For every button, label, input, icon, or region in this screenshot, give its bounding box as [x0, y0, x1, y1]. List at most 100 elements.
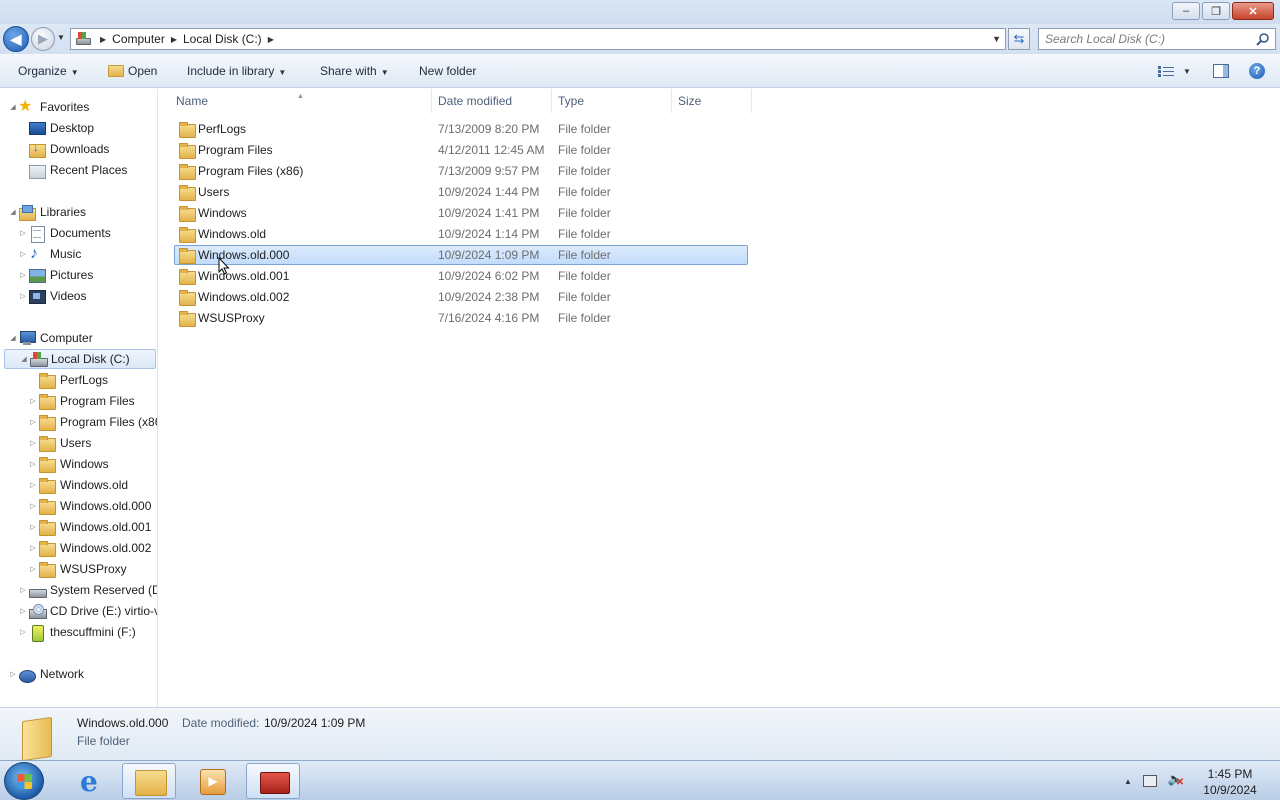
- media-player-icon[interactable]: [184, 763, 238, 799]
- file-date: 7/13/2009 8:20 PM: [438, 122, 540, 136]
- nav-folder-windows-old-002[interactable]: ▷ Windows.old.002: [28, 538, 151, 558]
- start-button[interactable]: [4, 762, 44, 800]
- collapse-arrow-icon[interactable]: ◢: [8, 334, 18, 342]
- volume-muted-icon[interactable]: [1168, 772, 1184, 788]
- collapse-arrow-icon[interactable]: ◢: [8, 208, 18, 216]
- nav-usb-drive[interactable]: ▷ thescuffmini (F:): [18, 622, 136, 642]
- nav-folder-program-files-x86[interactable]: ▷ Program Files (x86: [28, 412, 157, 432]
- expand-arrow-icon[interactable]: ▷: [28, 544, 38, 552]
- expand-arrow-icon[interactable]: ▷: [18, 229, 28, 237]
- breadcrumb-separator-icon[interactable]: ▶: [171, 35, 177, 44]
- nav-libraries[interactable]: ◢ Libraries: [8, 202, 86, 222]
- expand-arrow-icon[interactable]: ▷: [18, 271, 28, 279]
- view-options-dropdown-icon[interactable]: ▼: [1183, 67, 1191, 76]
- search-icon[interactable]: [1256, 32, 1270, 46]
- preview-pane-icon[interactable]: [1213, 64, 1229, 78]
- expand-arrow-icon[interactable]: ▷: [18, 628, 28, 636]
- show-hidden-icons-icon[interactable]: ▲: [1124, 777, 1132, 786]
- expand-arrow-icon[interactable]: ▷: [18, 250, 28, 258]
- recent-pages-dropdown-icon[interactable]: ▼: [57, 33, 65, 42]
- help-icon[interactable]: ?: [1249, 63, 1265, 79]
- nav-local-disk[interactable]: ◢ Local Disk (C:): [4, 349, 156, 369]
- back-button[interactable]: ◀: [3, 26, 29, 52]
- column-header-type[interactable]: Type: [552, 89, 672, 113]
- file-row[interactable]: Windows.old.001 10/9/2024 6:02 PM File fol…: [174, 266, 748, 286]
- new-folder-button[interactable]: New folder: [419, 64, 476, 78]
- collapse-arrow-icon[interactable]: ◢: [8, 103, 18, 111]
- nav-label: Local Disk (C:): [51, 352, 130, 366]
- nav-folder-wsusproxy[interactable]: ▷ WSUSProxy: [28, 559, 127, 579]
- nav-folder-perflogs[interactable]: PerfLogs: [28, 370, 108, 390]
- expand-arrow-icon[interactable]: ▷: [18, 292, 28, 300]
- column-header-name[interactable]: Name ▲: [170, 89, 432, 113]
- nav-recent-places[interactable]: Recent Places: [18, 160, 127, 180]
- expand-arrow-icon[interactable]: ▷: [28, 502, 38, 510]
- breadcrumb-separator-icon[interactable]: ▶: [100, 35, 106, 44]
- share-with-button[interactable]: Share with ▼: [320, 64, 389, 78]
- nav-folder-windows-old[interactable]: ▷ Windows.old: [28, 475, 128, 495]
- refresh-button[interactable]: ⇆: [1008, 28, 1030, 50]
- nav-folder-windows-old-001[interactable]: ▷ Windows.old.001: [28, 517, 151, 537]
- include-in-library-button[interactable]: Include in library ▼: [187, 64, 286, 78]
- column-header-date-modified[interactable]: Date modified: [432, 89, 552, 113]
- minimize-button[interactable]: –: [1172, 2, 1200, 20]
- open-button[interactable]: Open: [108, 64, 157, 78]
- network-status-icon[interactable]: [1142, 774, 1158, 788]
- nav-desktop[interactable]: Desktop: [18, 118, 94, 138]
- expand-arrow-icon[interactable]: ▷: [28, 418, 38, 426]
- forward-button[interactable]: ▶: [31, 27, 55, 51]
- nav-music[interactable]: ▷ Music: [18, 244, 81, 264]
- expand-arrow-icon[interactable]: ▷: [28, 565, 38, 573]
- nav-computer[interactable]: ◢ Computer: [8, 328, 93, 348]
- expand-arrow-icon[interactable]: ▷: [8, 670, 18, 678]
- nav-network[interactable]: ▷ Network: [8, 664, 84, 684]
- nav-folder-program-files[interactable]: ▷ Program Files: [28, 391, 135, 411]
- change-view-icon[interactable]: [1158, 66, 1174, 77]
- breadcrumb-local-disk[interactable]: Local Disk (C:): [183, 32, 262, 46]
- expand-arrow-icon[interactable]: ▷: [18, 586, 28, 594]
- folder-icon: [178, 142, 196, 159]
- file-row[interactable]: WSUSProxy 7/16/2024 4:16 PM File folder: [174, 308, 748, 328]
- restore-button[interactable]: ❐: [1202, 2, 1230, 20]
- close-button[interactable]: ✕: [1232, 2, 1274, 20]
- clock[interactable]: 1:45 PM 10/9/2024: [1195, 766, 1265, 798]
- nav-folder-users[interactable]: ▷ Users: [28, 433, 91, 453]
- toolbox-icon[interactable]: [246, 763, 300, 799]
- navigation-pane[interactable]: ◢★Favorites Desktop Downloads Recent Pla…: [0, 89, 158, 707]
- expand-arrow-icon[interactable]: ▷: [28, 481, 38, 489]
- file-row[interactable]: Windows.old 10/9/2024 1:14 PM File folder: [174, 224, 748, 244]
- file-row[interactable]: Windows.old.002 10/9/2024 2:38 PM File fol…: [174, 287, 748, 307]
- windows-explorer-icon[interactable]: [122, 763, 176, 799]
- nav-favorites[interactable]: ◢ ★ Favorites: [8, 97, 89, 117]
- nav-cd-drive[interactable]: ▷ CD Drive (E:) virtio-v: [18, 601, 157, 621]
- address-dropdown-icon[interactable]: ▼: [992, 34, 1001, 44]
- nav-pictures[interactable]: ▷ Pictures: [18, 265, 93, 285]
- nav-system-reserved[interactable]: ▷ System Reserved (D:: [18, 580, 157, 600]
- search-input[interactable]: [1039, 29, 1249, 49]
- nav-documents[interactable]: ▷ Documents: [18, 223, 111, 243]
- expand-arrow-icon[interactable]: ▷: [28, 439, 38, 447]
- expand-arrow-icon[interactable]: ▷: [18, 607, 28, 615]
- expand-arrow-icon[interactable]: ▷: [28, 523, 38, 531]
- file-row[interactable]: Windows 10/9/2024 1:41 PM File folder: [174, 203, 748, 223]
- search-box[interactable]: [1038, 28, 1276, 50]
- organize-button[interactable]: Organize ▼: [18, 64, 79, 78]
- nav-videos[interactable]: ▷ Videos: [18, 286, 86, 306]
- expand-arrow-icon[interactable]: ▷: [28, 397, 38, 405]
- nav-downloads[interactable]: Downloads: [18, 139, 109, 159]
- file-date: 7/16/2024 4:16 PM: [438, 311, 540, 325]
- file-row[interactable]: PerfLogs 7/13/2009 8:20 PM File folder: [174, 119, 748, 139]
- address-bar[interactable]: ▶ Computer ▶ Local Disk (C:) ▶ ▼: [70, 28, 1006, 50]
- file-row[interactable]: Users 10/9/2024 1:44 PM File folder: [174, 182, 748, 202]
- file-row-selected[interactable]: Windows.old.000 10/9/2024 1:09 PM File fol…: [174, 245, 748, 265]
- collapse-arrow-icon[interactable]: ◢: [19, 355, 29, 363]
- file-row[interactable]: Program Files (x86) 7/13/2009 9:57 PM File…: [174, 161, 748, 181]
- column-header-size[interactable]: Size: [672, 89, 752, 113]
- nav-folder-windows-old-000[interactable]: ▷ Windows.old.000: [28, 496, 151, 516]
- breadcrumb-computer[interactable]: Computer: [112, 32, 165, 46]
- nav-folder-windows[interactable]: ▷ Windows: [28, 454, 109, 474]
- internet-explorer-icon[interactable]: [66, 763, 120, 799]
- expand-arrow-icon[interactable]: ▷: [28, 460, 38, 468]
- breadcrumb-separator-icon[interactable]: ▶: [268, 35, 274, 44]
- file-row[interactable]: Program Files 4/12/2011 12:45 AM File fold…: [174, 140, 748, 160]
